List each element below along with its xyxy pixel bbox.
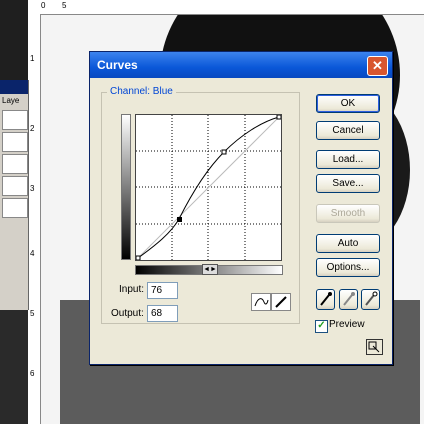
layers-titlebar[interactable] <box>0 80 28 94</box>
black-eyedropper-button[interactable] <box>316 289 335 310</box>
pencil-icon <box>275 296 287 308</box>
dialog-title: Curves <box>97 58 138 72</box>
layer-row[interactable] <box>2 198 28 218</box>
input-label: Input: <box>119 284 145 295</box>
ruler-left: 1 2 3 4 5 6 <box>28 14 41 424</box>
ruler-label: 6 <box>30 369 35 378</box>
curve-graph[interactable] <box>135 114 282 261</box>
load-button[interactable]: Load... <box>316 150 380 169</box>
close-icon: ✕ <box>372 58 383 73</box>
curve-point-black[interactable] <box>135 255 141 261</box>
ruler-label: 2 <box>30 124 35 133</box>
ruler-label: 5 <box>62 1 67 10</box>
left-panel-bottom <box>0 310 28 424</box>
curve-point-white[interactable] <box>276 114 282 120</box>
output-field[interactable]: 68 <box>147 305 178 322</box>
smooth-button[interactable]: Smooth <box>316 204 380 223</box>
eyedropper-black-icon <box>320 292 332 306</box>
eyedropper-gray-icon <box>343 292 355 306</box>
gradient-toggle-icon[interactable]: ◄► <box>202 264 218 275</box>
curve-tool-button[interactable] <box>251 293 271 311</box>
curve-tools <box>251 293 291 311</box>
ruler-label: 5 <box>30 309 35 318</box>
preview-label[interactable]: Preview <box>329 319 365 330</box>
gray-eyedropper-button[interactable] <box>339 289 358 310</box>
curve-icon <box>254 298 269 307</box>
save-button[interactable]: Save... <box>316 174 380 193</box>
white-eyedropper-button[interactable] <box>361 289 380 310</box>
layer-row[interactable] <box>2 110 28 130</box>
expand-view-button[interactable] <box>366 339 383 355</box>
channel-label[interactable]: Channel: Blue <box>107 86 176 97</box>
output-gradient-bar <box>121 114 131 260</box>
input-field[interactable]: 76 <box>147 282 178 299</box>
curve-svg <box>135 114 282 261</box>
ruler-label: 3 <box>30 184 35 193</box>
layer-row[interactable] <box>2 176 28 196</box>
curve-point[interactable] <box>221 149 227 155</box>
layer-row[interactable] <box>2 132 28 152</box>
close-button[interactable]: ✕ <box>367 56 388 76</box>
preview-checkbox[interactable]: ✓ <box>315 320 328 333</box>
ok-button[interactable]: OK <box>316 94 380 113</box>
cancel-button[interactable]: Cancel <box>316 121 380 140</box>
layers-tab[interactable]: Laye <box>2 96 19 105</box>
dialog-titlebar[interactable]: Curves ✕ <box>90 52 392 78</box>
layers-panel[interactable]: Laye <box>0 80 29 310</box>
expand-icon <box>368 341 380 353</box>
curve-point-selected[interactable] <box>177 217 182 222</box>
output-label: Output: <box>111 308 144 319</box>
ruler-label: 4 <box>30 249 35 258</box>
ruler-label: 0 <box>41 1 46 10</box>
pencil-tool-button[interactable] <box>271 293 291 311</box>
ruler-label: 1 <box>30 54 35 63</box>
left-panel-top <box>0 0 28 80</box>
ruler-top: 0 5 <box>0 0 424 15</box>
auto-button[interactable]: Auto <box>316 234 380 253</box>
layer-row[interactable] <box>2 154 28 174</box>
options-button[interactable]: Options... <box>316 258 380 277</box>
curves-dialog: Curves ✕ Channel: Blue ◄► Input: 76 Outp… <box>89 51 393 365</box>
eyedropper-white-icon <box>365 291 378 306</box>
